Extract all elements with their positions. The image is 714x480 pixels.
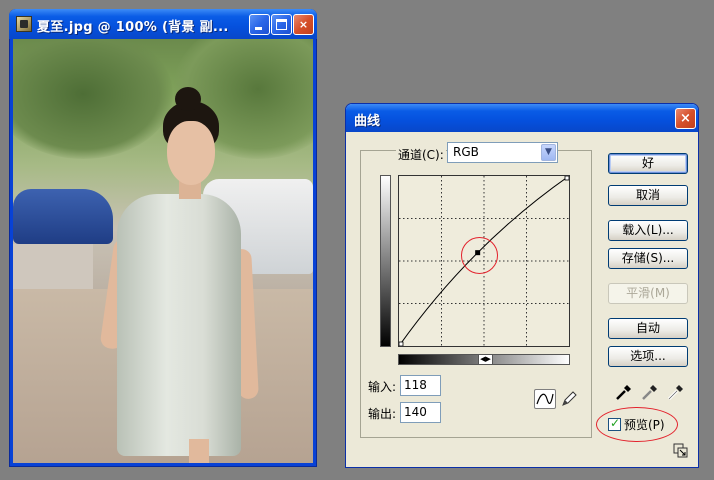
highlight-ellipse-preview [596,407,678,442]
curve-endpoint[interactable] [564,176,569,181]
curves-dialog: 曲线 × 通道(C): RGB ▼ ◀▶ 输入: 118 输出: 140 好 取… [345,103,699,468]
close-icon: × [680,111,691,126]
photo-dress [117,194,241,456]
cancel-button[interactable]: 取消 [608,185,688,206]
black-eyedropper-button[interactable] [614,382,634,402]
photoshop-doc-icon [16,16,32,32]
input-field[interactable]: 118 [400,375,441,396]
pencil-tool-icon [562,391,577,406]
minimize-icon [255,27,262,30]
input-label: 输入: [368,380,397,394]
close-button[interactable]: × [293,14,314,35]
input-gradient-bar: ◀▶ [398,354,570,365]
highlight-ellipse-point [461,237,498,274]
gray-eyedropper-icon [642,385,657,400]
pencil-tool-button[interactable] [560,390,578,408]
photo-leg [189,439,209,463]
photo-canvas[interactable] [13,39,313,463]
curve-tool-icon [536,393,554,405]
document-title: 夏至.jpg @ 100% (背景 副... [37,20,229,35]
white-eyedropper-button[interactable] [666,382,686,402]
curve-tool-button[interactable] [534,389,556,409]
resize-grip-icon [673,443,688,458]
channel-select[interactable]: RGB ▼ [447,142,558,163]
close-icon: × [298,18,309,31]
minimize-button[interactable] [249,14,270,35]
dialog-titlebar[interactable]: 曲线 × [346,104,698,132]
channel-value: RGB [453,145,479,159]
channel-label: 通道(C): [396,146,446,163]
gray-eyedropper-button[interactable] [640,382,660,402]
photo-face [167,121,215,185]
gradient-toggle-icon[interactable]: ◀▶ [478,355,493,364]
auto-button[interactable]: 自动 [608,318,688,339]
smooth-button[interactable]: 平滑(M) [608,283,688,304]
document-titlebar[interactable]: 夏至.jpg @ 100% (背景 副... × [9,9,317,39]
photo-blue-car [13,189,113,244]
output-gradient-bar [380,175,391,347]
photo-tree [13,39,173,159]
resize-grip-button[interactable] [673,443,689,459]
load-button[interactable]: 载入(L)... [608,220,688,241]
ok-button[interactable]: 好 [608,153,688,174]
curve-endpoint[interactable] [399,341,404,346]
output-label: 输出: [368,407,397,421]
options-button[interactable]: 选项... [608,346,688,367]
white-eyedropper-icon [667,385,683,401]
maximize-button[interactable] [271,14,292,35]
dialog-close-button[interactable]: × [675,108,696,129]
photo-hair-bun [175,87,201,111]
save-button[interactable]: 存储(S)... [608,248,688,269]
document-window: 夏至.jpg @ 100% (背景 副... × [9,9,317,467]
chevron-down-icon[interactable]: ▼ [541,144,556,161]
black-eyedropper-icon [616,385,631,400]
dialog-title: 曲线 [354,114,381,129]
output-field[interactable]: 140 [400,402,441,423]
maximize-icon [276,19,287,30]
photo-wall [13,244,93,294]
